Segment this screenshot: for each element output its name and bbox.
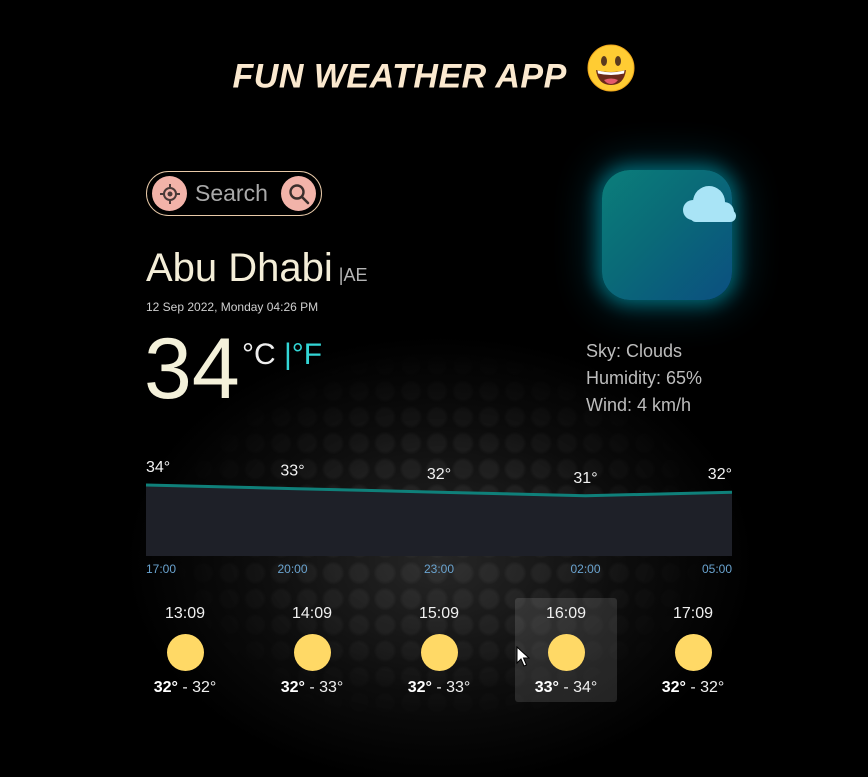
forecast-max-temp: 32° — [153, 679, 178, 696]
forecast-temp-range: 32° - 33° — [261, 679, 363, 697]
forecast-time: 16:09 — [545, 605, 587, 622]
chart-x-tick-label: 17:00 — [146, 562, 176, 576]
search-button[interactable] — [281, 176, 316, 211]
unit-fahrenheit[interactable]: |°F — [284, 338, 322, 372]
search-input[interactable] — [195, 178, 279, 208]
chart-x-tick-label: 05:00 — [702, 562, 732, 576]
forecast-min-temp: - 34° — [558, 679, 598, 696]
sun-icon — [293, 634, 331, 671]
forecast-min-temp: - 32° — [685, 679, 725, 696]
chart-value-label: 32° — [708, 466, 732, 483]
forecast-min-temp: - 32° — [177, 679, 217, 696]
chart-line — [145, 483, 733, 498]
forecast-min-temp: - 33° — [304, 679, 344, 696]
app-title-text: FUN WEATHER APP — [232, 57, 566, 96]
sun-icon — [166, 634, 204, 671]
cloud-icon — [683, 186, 736, 222]
forecast-item[interactable]: 16:09 33° - 34° — [515, 598, 617, 702]
weather-condition-tile — [602, 170, 736, 300]
chart-value-label: 31° — [573, 470, 597, 487]
forecast-temp-range: 33° - 34° — [515, 679, 617, 697]
sun-icon — [674, 634, 712, 671]
grinning-face-icon — [587, 44, 635, 101]
country-code: |AE — [338, 265, 368, 285]
wind-info: Wind: 4 km/h — [586, 395, 692, 415]
forecast-item[interactable]: 13:09 32° - 32° — [134, 598, 236, 702]
sun-icon — [420, 634, 458, 671]
forecast-item[interactable]: 17:09 32° - 32° — [642, 598, 744, 702]
chart-value-label: 34° — [146, 459, 170, 476]
forecast-min-temp: - 33° — [431, 679, 471, 696]
search-bar — [146, 171, 322, 216]
forecast-time: 13:09 — [164, 605, 206, 622]
weather-app: FUN WEATHER APP Search Abu Dhabi |AE 12 … — [0, 0, 868, 777]
unit-celsius[interactable]: °C — [242, 338, 276, 372]
forecast-strip: 13:09 32° - 32° 14:09 32° - 33° 15:09 32° - 3… — [0, 598, 868, 708]
sky-info: Sky: Clouds — [586, 341, 683, 361]
forecast-max-temp: 32° — [280, 679, 305, 696]
chart-value-label: 33° — [280, 463, 304, 480]
crosshair-icon — [159, 183, 180, 204]
chart-value-label: 32° — [427, 466, 451, 483]
forecast-time: 15:09 — [418, 605, 460, 622]
chart-area — [146, 485, 732, 556]
location-button[interactable] — [152, 176, 187, 211]
search-icon — [288, 183, 309, 204]
current-datetime: 12 Sep 2022, Monday 04:26 PM — [146, 300, 319, 314]
weather-details: Sky: Clouds Humidity: 65% Wind: 4 km/h — [586, 338, 702, 419]
forecast-temp-range: 32° - 33° — [388, 679, 490, 697]
forecast-item[interactable]: 15:09 32° - 33° — [388, 598, 490, 702]
forecast-max-temp: 33° — [534, 679, 559, 696]
forecast-time: 17:09 — [672, 605, 714, 622]
app-title: FUN WEATHER APP — [0, 44, 868, 101]
sun-icon — [547, 634, 585, 671]
forecast-item[interactable]: 14:09 32° - 33° — [261, 598, 363, 702]
forecast-max-temp: 32° — [661, 679, 686, 696]
city-name: Abu Dhabi — [146, 246, 333, 290]
forecast-temp-range: 32° - 32° — [642, 679, 744, 697]
forecast-max-temp: 32° — [407, 679, 432, 696]
chart-x-tick-label: 02:00 — [570, 562, 600, 576]
location-heading: Abu Dhabi |AE — [146, 246, 367, 291]
humidity-info: Humidity: 65% — [586, 368, 703, 388]
forecast-temp-range: 32° - 32° — [134, 679, 236, 697]
forecast-time: 14:09 — [291, 605, 333, 622]
chart-x-tick-label: 23:00 — [424, 562, 454, 576]
current-temperature: 34 — [144, 321, 240, 417]
chart-x-tick-label: 20:00 — [277, 562, 307, 576]
